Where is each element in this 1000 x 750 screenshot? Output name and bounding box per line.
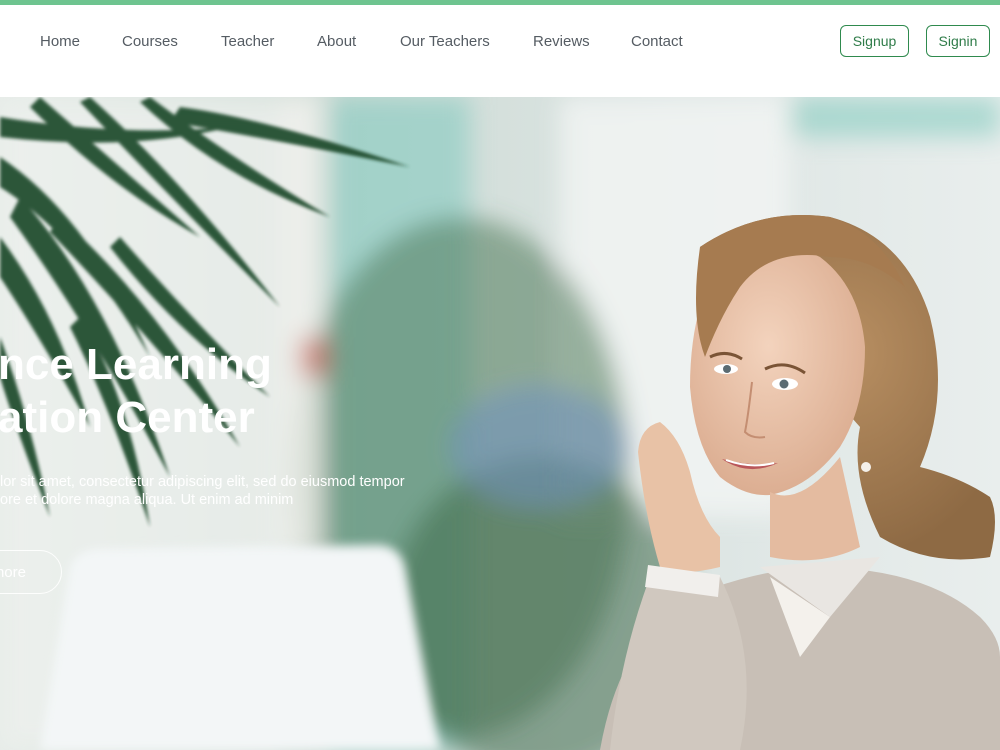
nav-item-our-teachers[interactable]: Our Teachers: [400, 33, 490, 50]
hero-section: nce Learning ation Center lor sit amet, …: [0, 97, 1000, 750]
signup-button[interactable]: Signup: [840, 25, 909, 57]
hero-title-line-2: ation Center: [0, 393, 255, 442]
nav-item-contact[interactable]: Contact: [631, 33, 683, 50]
signin-button[interactable]: Signin: [926, 25, 990, 57]
hero-title-line-1: nce Learning: [0, 340, 272, 389]
nav-item-about[interactable]: About: [317, 33, 356, 50]
nav-item-courses[interactable]: Courses: [122, 33, 178, 50]
hero-description-line-1: lor sit amet, consectetur adipiscing eli…: [0, 474, 405, 490]
nav-item-teacher[interactable]: Teacher: [221, 33, 274, 50]
nav-item-home[interactable]: Home: [40, 33, 80, 50]
read-more-label: nore: [0, 563, 26, 581]
site-header: Home Courses Teacher About Our Teachers …: [0, 5, 1000, 97]
nav-item-reviews[interactable]: Reviews: [533, 33, 590, 50]
hero-description-line-2: ore et dolore magna aliqua. Ut enim ad m…: [0, 492, 294, 508]
read-more-button[interactable]: nore: [0, 550, 62, 594]
